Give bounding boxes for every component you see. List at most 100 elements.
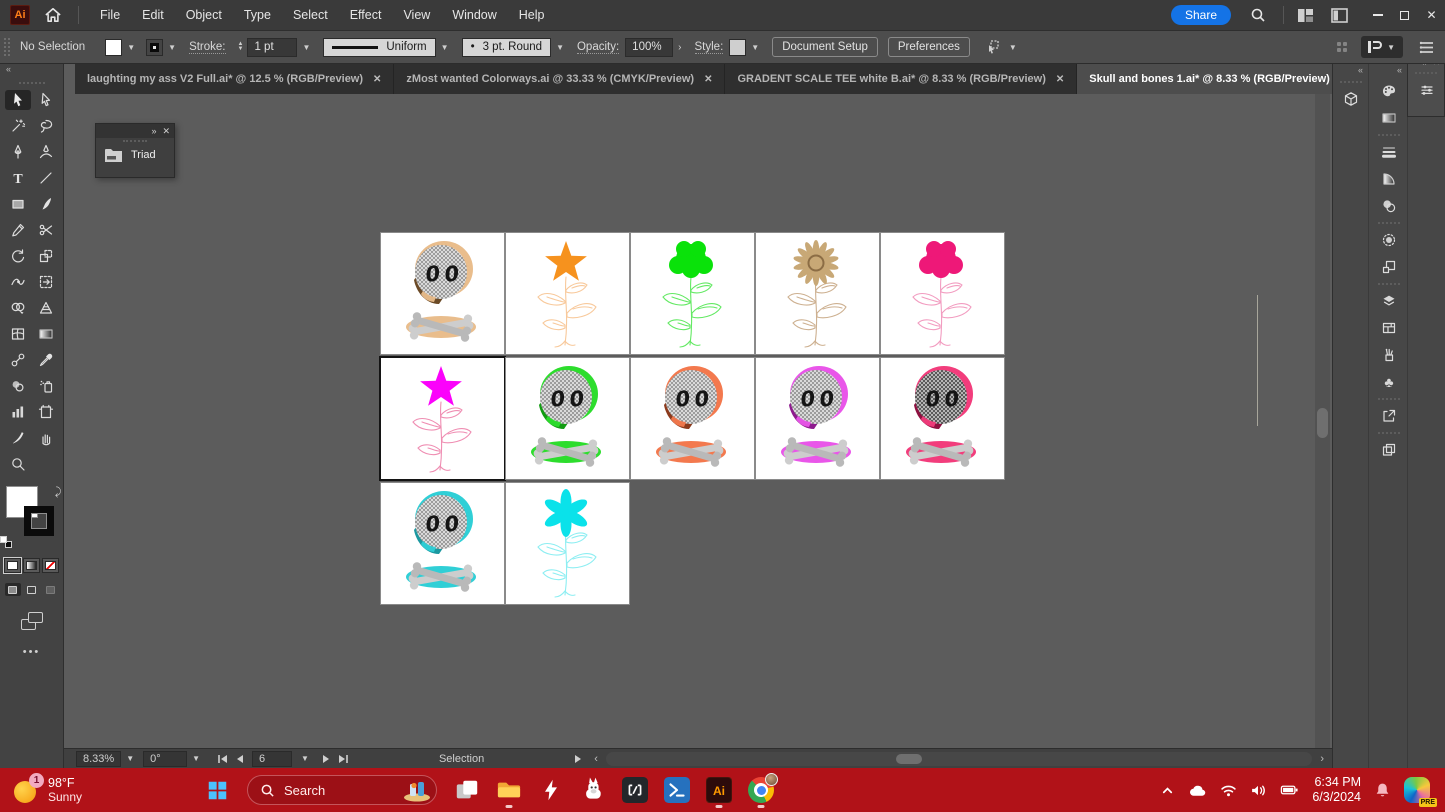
document-setup-button[interactable]: Document Setup	[772, 37, 878, 57]
smart-guides-panel-icon[interactable]	[1370, 227, 1408, 253]
artboard-10-skull[interactable]: 00	[881, 358, 1004, 479]
file-explorer-taskbar-icon[interactable]	[492, 771, 526, 809]
menu-file[interactable]: File	[89, 0, 131, 30]
lightning-taskbar-icon[interactable]	[534, 771, 568, 809]
status-arrow-icon[interactable]	[574, 754, 582, 764]
triad-panel[interactable]: » ✕ Triad	[95, 123, 175, 178]
minimize-button[interactable]	[1364, 0, 1391, 30]
document-tab-2[interactable]: zMost wanted Colorways.ai @ 33.33 % (CMY…	[394, 64, 725, 94]
asset-link-panel-icon[interactable]	[1370, 254, 1408, 280]
symbols-tool-icon[interactable]	[5, 376, 31, 396]
share-button[interactable]: Share	[1171, 5, 1231, 25]
color-button[interactable]	[4, 558, 21, 573]
collapse-panel-icon[interactable]: «	[0, 64, 63, 78]
stroke-swatch[interactable]	[24, 506, 54, 536]
tab-close-icon[interactable]: ✕	[704, 74, 712, 85]
opacity-label[interactable]: Opacity:	[577, 41, 619, 54]
transparency-panel-icon[interactable]	[1370, 193, 1408, 219]
panel-expand-icon[interactable]: »	[151, 126, 156, 136]
onedrive-icon[interactable]	[1188, 783, 1207, 798]
illustrator-logo-icon[interactable]: Ai	[10, 5, 30, 25]
paintbrush-tool-icon[interactable]	[33, 194, 59, 214]
opacity-field[interactable]: 100%	[625, 38, 673, 57]
home-icon[interactable]	[42, 7, 64, 23]
document-tab-3[interactable]: GRADENT SCALE TEE white B.ai* @ 8.33 % (…	[725, 64, 1077, 94]
volume-icon[interactable]	[1250, 783, 1267, 798]
brushes-panel-icon[interactable]	[1370, 342, 1408, 368]
triad-grip[interactable]	[123, 140, 147, 142]
navigator-panel-icon[interactable]	[1370, 437, 1408, 463]
layers-panel-icon[interactable]	[1370, 288, 1408, 314]
artboard-number-field[interactable]: 6	[252, 751, 292, 767]
start-button[interactable]	[200, 773, 234, 807]
chevron-up-icon[interactable]	[1160, 783, 1175, 798]
panel-dots-icon[interactable]	[1337, 42, 1347, 52]
zoom-chevron-icon[interactable]: ▼	[121, 754, 139, 763]
free-transform-tool-icon[interactable]	[33, 272, 59, 292]
stroke-chevron-icon[interactable]: ▼	[165, 41, 179, 54]
horizontal-scrollbar-thumb[interactable]	[896, 754, 922, 764]
panel-close-icon[interactable]: ✕	[162, 126, 170, 137]
artboard-12-flower[interactable]	[506, 483, 629, 604]
3d-materials-panel-icon[interactable]	[1333, 86, 1369, 112]
gradient-panel-panel-icon[interactable]	[1370, 166, 1408, 192]
prev-artboard-icon[interactable]	[236, 754, 244, 764]
gradient-tool-icon[interactable]	[33, 324, 59, 344]
line-segment-tool-icon[interactable]	[33, 168, 59, 188]
draw-normal-button[interactable]	[5, 583, 21, 596]
zoom-tool-icon[interactable]	[5, 454, 31, 474]
artboard-3-flower[interactable]	[631, 233, 754, 354]
illustrator-taskbar-icon[interactable]: Ai	[702, 771, 736, 809]
fill-color-swatch[interactable]	[105, 39, 122, 56]
menu-type[interactable]: Type	[233, 0, 282, 30]
powershell-taskbar-icon[interactable]	[660, 771, 694, 809]
scroll-left-icon[interactable]: ‹	[594, 753, 598, 765]
symbol-sprayer-tool-icon[interactable]	[33, 376, 59, 396]
default-fill-stroke-icon[interactable]	[0, 536, 12, 548]
pin-chevron-icon[interactable]: ▼	[1006, 41, 1020, 54]
first-artboard-icon[interactable]	[217, 754, 228, 764]
draw-inside-button[interactable]	[43, 583, 59, 596]
brush-select[interactable]: •3 pt. Round	[462, 38, 552, 57]
artboard-7-skull[interactable]: 00	[506, 358, 629, 479]
artboard-11-skull[interactable]: 00	[381, 483, 504, 604]
width-tool-icon[interactable]	[5, 272, 31, 292]
collapse-dock-a-icon[interactable]: «	[1333, 64, 1368, 78]
artboard-2-flower[interactable]	[506, 233, 629, 354]
search-icon[interactable]	[1247, 7, 1269, 23]
shaper-tool-icon[interactable]	[5, 220, 31, 240]
style-swatch[interactable]	[729, 39, 746, 56]
maximize-button[interactable]	[1391, 0, 1418, 30]
menu-view[interactable]: View	[392, 0, 441, 30]
last-artboard-icon[interactable]	[338, 754, 349, 764]
width-profile-chevron-icon[interactable]: ▼	[438, 41, 452, 54]
stroke-weight-field[interactable]: 1 pt	[247, 38, 297, 57]
lasso-tool-icon[interactable]	[33, 116, 59, 136]
toolbar-pin-icon[interactable]	[982, 39, 1004, 55]
curvature-tool-icon[interactable]	[33, 142, 59, 162]
wifi-icon[interactable]	[1220, 783, 1237, 798]
scale-tool-icon[interactable]	[33, 246, 59, 266]
menu-window[interactable]: Window	[441, 0, 507, 30]
menu-select[interactable]: Select	[282, 0, 339, 30]
symbols-panel-icon[interactable]: ♣	[1370, 369, 1408, 395]
bell-icon[interactable]	[1374, 782, 1391, 799]
dev-box-taskbar-icon[interactable]	[618, 771, 652, 809]
stroke-weight-chevron-icon[interactable]: ▼	[299, 41, 313, 54]
search-box[interactable]: Search	[247, 775, 437, 805]
zoom-level-field[interactable]: 8.33%	[76, 751, 121, 767]
tab-close-icon[interactable]: ✕	[1056, 74, 1064, 85]
direct-selection-tool-icon[interactable]	[33, 90, 59, 110]
llama-taskbar-icon[interactable]	[576, 771, 610, 809]
vertical-scrollbar-thumb[interactable]	[1317, 408, 1328, 438]
stroke-label[interactable]: Stroke:	[189, 41, 225, 54]
artboard-4-flower[interactable]	[756, 233, 879, 354]
document-tab-4[interactable]: Skull and bones 1.ai* @ 8.33 % (RGB/Prev…	[1077, 64, 1361, 94]
properties-flyout-panel[interactable]: » ✕	[1407, 55, 1445, 117]
rectangle-tool-icon[interactable]	[5, 194, 31, 214]
stroke-color-swatch[interactable]	[146, 39, 163, 56]
artboard-6-flower[interactable]	[381, 358, 504, 479]
color-panel-icon[interactable]	[1370, 78, 1408, 104]
magic-wand-tool-icon[interactable]	[5, 116, 31, 136]
perspective-grid-tool-icon[interactable]	[33, 298, 59, 318]
